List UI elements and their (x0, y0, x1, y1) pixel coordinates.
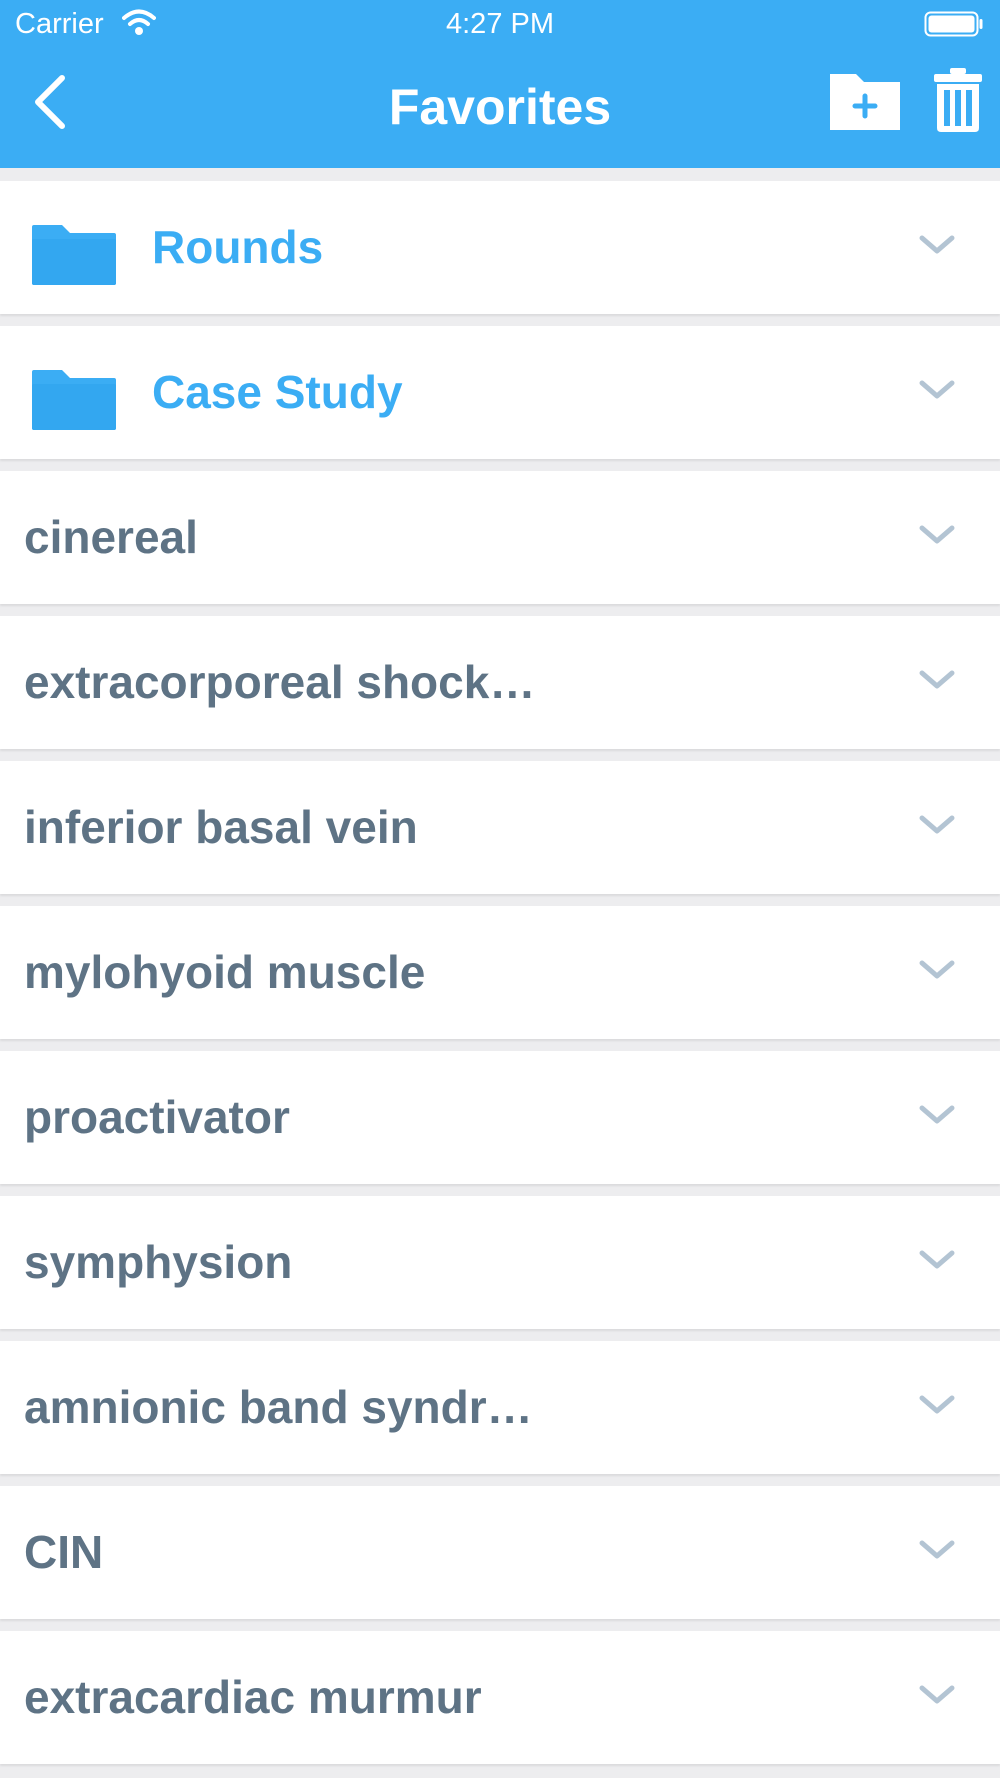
folder-row-case-study[interactable]: Case Study (0, 326, 1000, 459)
chevron-down-icon[interactable] (918, 1393, 956, 1417)
chevron-down-icon[interactable] (918, 1538, 956, 1562)
chevron-down-icon[interactable] (918, 668, 956, 692)
folder-row-rounds[interactable]: Rounds (0, 181, 1000, 314)
list-item[interactable]: CIN (0, 1486, 1000, 1619)
term-label: symphysion (24, 1236, 293, 1288)
list-item[interactable]: proactivator (0, 1051, 1000, 1184)
folder-icon (32, 370, 116, 430)
chevron-down-icon[interactable] (918, 813, 956, 837)
navigation-header: Carrier 4:27 PM Favorites (0, 0, 1000, 168)
chevron-down-icon[interactable] (918, 1683, 956, 1707)
list-item[interactable]: extracardiac murmur (0, 1631, 1000, 1764)
term-label: proactivator (24, 1091, 290, 1143)
chevron-down-icon[interactable] (918, 1103, 956, 1127)
status-bar: Carrier 4:27 PM (0, 0, 1000, 52)
list-item[interactable]: extracorporeal shock… (0, 616, 1000, 749)
list-item[interactable]: amnionic band syndr… (0, 1341, 1000, 1474)
term-label: extracardiac murmur (24, 1671, 482, 1723)
chevron-down-icon[interactable] (918, 958, 956, 982)
term-label: inferior basal vein (24, 801, 418, 853)
chevron-down-icon[interactable] (918, 233, 956, 257)
chevron-down-icon[interactable] (918, 378, 956, 402)
term-label: cinereal (24, 511, 198, 563)
status-time: 4:27 PM (446, 8, 554, 40)
term-label: mylohyoid muscle (24, 946, 426, 998)
chevron-down-icon[interactable] (918, 1248, 956, 1272)
battery-icon (924, 11, 983, 37)
list-item[interactable]: mylohyoid muscle (0, 906, 1000, 1039)
term-label: extracorporeal shock… (24, 656, 536, 708)
folder-label: Rounds (152, 221, 324, 273)
folder-icon (32, 225, 116, 285)
chevron-down-icon[interactable] (918, 523, 956, 547)
new-folder-icon[interactable] (828, 70, 902, 132)
list-item[interactable]: symphysion (0, 1196, 1000, 1329)
term-label: amnionic band syndr… (24, 1381, 533, 1433)
term-label: CIN (24, 1526, 104, 1578)
folder-label: Case Study (152, 366, 403, 418)
list-item[interactable]: cinereal (0, 471, 1000, 604)
list-item[interactable]: inferior basal vein (0, 761, 1000, 894)
trash-icon[interactable] (934, 66, 982, 134)
